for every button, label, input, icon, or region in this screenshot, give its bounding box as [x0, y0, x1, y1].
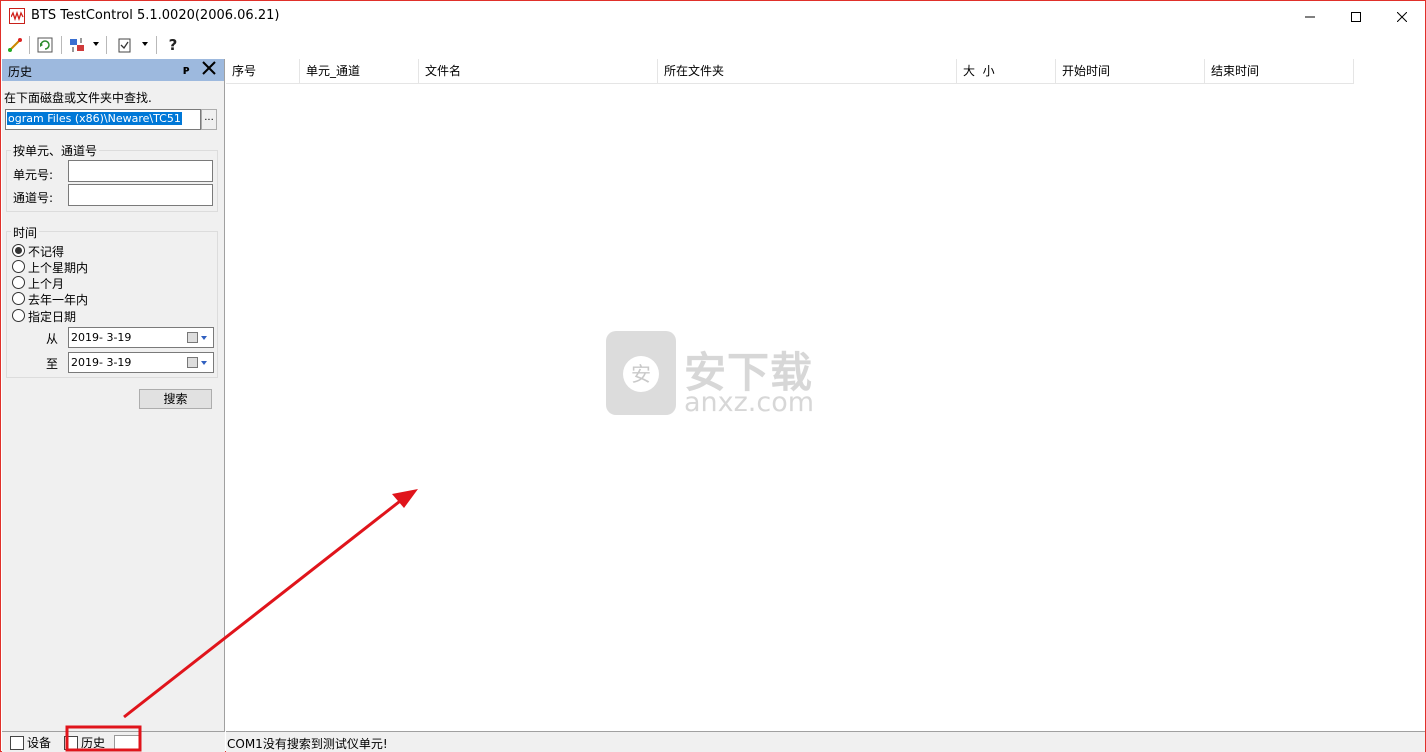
- column-header-start-time[interactable]: 开始时间: [1056, 59, 1205, 84]
- from-date-picker[interactable]: 2019- 3-19: [68, 327, 214, 348]
- column-header-folder[interactable]: 所在文件夹: [658, 59, 957, 84]
- watermark-shield-glyph: 安: [623, 356, 659, 392]
- status-text: COM1没有搜索到测试仪单元!: [227, 737, 388, 751]
- history-panel: 历史 ᴘ 在下面磁盘或文件夹中查找. ogram Files (x86)\New…: [2, 59, 225, 731]
- tab-device[interactable]: 设备: [10, 734, 51, 751]
- toolbar-separator: [29, 36, 30, 54]
- connect-icon[interactable]: [5, 35, 25, 55]
- toolbar-separator: [156, 36, 157, 54]
- checklist-dropdown-arrow[interactable]: [142, 42, 148, 46]
- panel-header: 历史 ᴘ: [2, 59, 224, 81]
- column-header-unit-channel[interactable]: 单元_通道: [300, 59, 419, 84]
- file-list[interactable]: 序号 单元_通道 文件名 所在文件夹 大 小 开始时间 结束时间: [226, 59, 1425, 731]
- pin-icon[interactable]: ᴘ: [183, 63, 190, 77]
- transfer-icon[interactable]: [67, 35, 87, 55]
- from-label: 从: [46, 332, 59, 346]
- channel-input[interactable]: [68, 184, 213, 206]
- radio-label: 去年一年内: [28, 293, 89, 307]
- search-hint: 在下面磁盘或文件夹中查找.: [4, 91, 152, 105]
- radio-last-week[interactable]: [12, 260, 25, 273]
- status-bar: COM1没有搜索到测试仪单元!: [226, 731, 1425, 752]
- time-group-title: 时间: [11, 224, 40, 241]
- maximize-button[interactable]: [1333, 1, 1379, 32]
- radio-label: 上个月: [28, 277, 65, 291]
- tab-device-label: 设备: [27, 736, 52, 750]
- chevron-down-icon[interactable]: [201, 336, 207, 340]
- radio-last-year[interactable]: [12, 292, 25, 305]
- unit-input[interactable]: [68, 160, 213, 182]
- to-label: 至: [46, 357, 59, 371]
- tab-history[interactable]: 历史: [64, 734, 105, 751]
- calendar-icon[interactable]: [187, 357, 198, 368]
- refresh-icon[interactable]: [35, 35, 55, 55]
- to-date-picker[interactable]: 2019- 3-19: [68, 352, 214, 373]
- panel-close-icon[interactable]: [202, 61, 216, 78]
- watermark: 安 安下载 anxz.com: [604, 321, 824, 421]
- toolbar-separator: [106, 36, 107, 54]
- tab-history-active-box: [114, 735, 140, 750]
- help-glyph: ?: [168, 36, 178, 54]
- calendar-icon[interactable]: [187, 332, 198, 343]
- window-title: BTS TestControl 5.1.0020(2006.06.21): [31, 8, 280, 23]
- from-date-value: 2019- 3-19: [71, 331, 132, 344]
- history-icon: [64, 735, 78, 750]
- column-header-index[interactable]: 序号: [226, 59, 300, 84]
- close-button[interactable]: [1379, 1, 1425, 32]
- bottom-tab-bar: 设备 历史: [2, 731, 225, 752]
- app-window: BTS TestControl 5.1.0020(2006.06.21) ? 历…: [0, 0, 1426, 752]
- to-date-value: 2019- 3-19: [71, 356, 132, 369]
- radio-label: 不记得: [28, 245, 65, 259]
- column-header-filename[interactable]: 文件名: [419, 59, 658, 84]
- chevron-down-icon[interactable]: [201, 361, 207, 365]
- radio-label: 上个星期内: [28, 261, 89, 275]
- toolbar: ?: [1, 32, 1425, 58]
- device-icon: [10, 735, 24, 750]
- panel-title: 历史: [8, 65, 33, 79]
- toolbar-separator: [61, 36, 62, 54]
- minimize-button[interactable]: [1287, 1, 1333, 32]
- column-header-size[interactable]: 大 小: [957, 59, 1056, 84]
- unit-channel-group-title: 按单元、通道号: [11, 142, 100, 159]
- radio-label: 指定日期: [28, 310, 77, 324]
- list-header: 序号 单元_通道 文件名 所在文件夹 大 小 开始时间 结束时间: [226, 59, 1354, 84]
- app-logo-icon: [9, 8, 25, 24]
- radio-dont-remember[interactable]: [12, 244, 25, 257]
- checklist-icon[interactable]: [115, 35, 135, 55]
- transfer-dropdown-arrow[interactable]: [93, 42, 99, 46]
- tab-history-label: 历史: [81, 736, 106, 750]
- watermark-url: anxz.com: [684, 387, 815, 418]
- channel-label: 通道号:: [13, 191, 54, 205]
- search-button[interactable]: 搜索: [139, 389, 212, 409]
- unit-label: 单元号:: [13, 168, 54, 182]
- help-icon[interactable]: ?: [163, 35, 183, 55]
- browse-button[interactable]: ...: [201, 109, 217, 130]
- search-path-input[interactable]: ogram Files (x86)\Neware\TC51: [5, 109, 201, 130]
- watermark-shield-icon: 安: [606, 331, 676, 415]
- radio-specific-date[interactable]: [12, 309, 25, 322]
- search-path-value: ogram Files (x86)\Neware\TC51: [7, 112, 182, 125]
- title-bar: BTS TestControl 5.1.0020(2006.06.21): [1, 1, 1425, 32]
- radio-last-month[interactable]: [12, 276, 25, 289]
- column-header-end-time[interactable]: 结束时间: [1205, 59, 1354, 84]
